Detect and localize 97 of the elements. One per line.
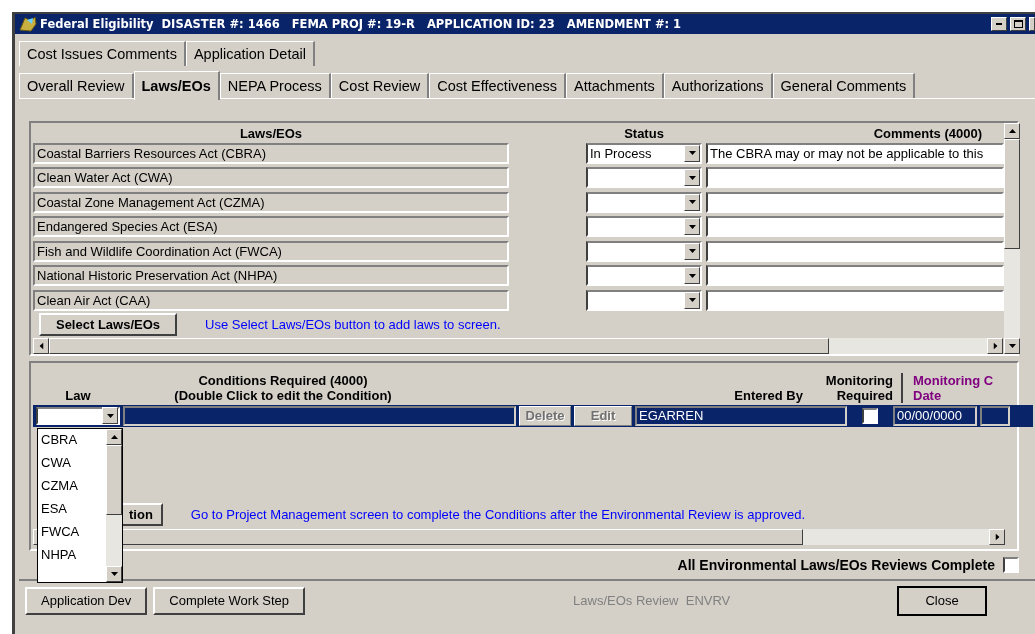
caret-icon bbox=[1008, 129, 1016, 133]
comment-field[interactable] bbox=[706, 265, 1004, 287]
condition-field[interactable] bbox=[123, 405, 516, 426]
caret-icon bbox=[106, 413, 114, 418]
caret-icon bbox=[110, 572, 118, 576]
minimize-button[interactable] bbox=[991, 17, 1007, 31]
comment-field[interactable] bbox=[706, 216, 1004, 238]
tab[interactable]: Attachments bbox=[566, 73, 664, 98]
dropdown-button[interactable] bbox=[102, 407, 118, 424]
column-header: Required bbox=[836, 387, 893, 403]
tab[interactable]: Laws/EOs bbox=[133, 71, 220, 100]
app-icon bbox=[19, 16, 37, 32]
dropdown-button[interactable] bbox=[684, 242, 700, 260]
checkbox[interactable] bbox=[1003, 556, 1019, 573]
tab[interactable]: Authorizations bbox=[663, 73, 773, 98]
dropdown-option[interactable]: CBRA bbox=[38, 431, 106, 454]
status-dropdown[interactable] bbox=[586, 167, 702, 189]
hint-text: Go to Project Management screen to complete the Conditions after the Environmental Review is approved. bbox=[190, 507, 806, 522]
maximize-button[interactable] bbox=[1010, 17, 1026, 31]
comment-field[interactable]: The CBRA may or may not be applicable to this bbox=[706, 142, 1004, 164]
comment-field[interactable] bbox=[706, 289, 1004, 311]
dropdown-list[interactable]: CBRA CWA CZMA ESA FWCA NHPA bbox=[37, 428, 123, 583]
tab[interactable]: NEPA Process bbox=[219, 73, 331, 98]
select-laws-button[interactable]: Select Laws/EOs bbox=[39, 313, 177, 336]
caret-icon bbox=[688, 151, 696, 156]
dropdown-button[interactable] bbox=[684, 291, 700, 309]
dropdown-button[interactable] bbox=[684, 169, 700, 187]
dropdown-button[interactable] bbox=[684, 144, 700, 162]
caret-icon bbox=[39, 342, 43, 349]
table-cell bbox=[980, 405, 1010, 426]
window-title: Federal Eligibility DISASTER #: 1466 FEMA PROJ #: 19-R APPLICATION ID: 23 AMENDMENT #: 1 bbox=[40, 17, 683, 31]
tab[interactable]: General Comments bbox=[772, 73, 916, 98]
caret-icon bbox=[688, 249, 696, 254]
status-dropdown[interactable] bbox=[586, 265, 702, 287]
minimize-icon bbox=[996, 23, 1002, 25]
status-dropdown[interactable] bbox=[586, 240, 702, 262]
tab[interactable]: Cost Review bbox=[330, 73, 430, 98]
column-header: Laws/EOs bbox=[238, 126, 304, 141]
table-cell: Fish and Wildlife Coordination Act (FWCA) bbox=[33, 240, 509, 262]
table-cell: Endangered Species Act (ESA) bbox=[33, 216, 509, 238]
caret-icon bbox=[110, 435, 118, 439]
dropdown-button[interactable] bbox=[684, 193, 700, 211]
footer-button[interactable]: Application Dev bbox=[25, 586, 148, 615]
dropdown-option[interactable]: FWCA bbox=[38, 523, 106, 546]
caret-icon bbox=[993, 342, 997, 349]
column-header: Law bbox=[65, 387, 91, 403]
tab[interactable]: Overall Review bbox=[19, 73, 134, 98]
dropdown-button[interactable] bbox=[684, 218, 700, 236]
status-dropdown[interactable] bbox=[586, 216, 702, 238]
dropdown-option[interactable]: CWA bbox=[38, 454, 106, 477]
caret-icon bbox=[688, 175, 696, 180]
column-header: Entered By bbox=[734, 387, 803, 403]
dropdown-option[interactable]: NHPA bbox=[38, 546, 106, 569]
tab[interactable]: Application Detail bbox=[185, 41, 315, 66]
status-dropdown[interactable]: In Process bbox=[586, 142, 702, 164]
tab[interactable]: Cost Issues Comments bbox=[19, 41, 186, 66]
law-dropdown[interactable] bbox=[36, 406, 120, 425]
table-cell: Coastal Barriers Resources Act (CBRA) bbox=[33, 142, 509, 164]
table-cell: Clean Air Act (CAA) bbox=[33, 289, 509, 311]
table-cell: Clean Water Act (CWA) bbox=[33, 167, 509, 189]
close-button[interactable]: Close bbox=[897, 585, 988, 616]
table-cell: Coastal Zone Management Act (CZMA) bbox=[33, 191, 509, 213]
column-header: Date bbox=[913, 387, 942, 403]
status-text: Laws/EOs Review ENVRV bbox=[573, 593, 732, 608]
caret-icon bbox=[688, 224, 696, 229]
caret-icon bbox=[688, 273, 696, 278]
date-field[interactable]: 00/00/0000 bbox=[893, 405, 977, 426]
checkbox[interactable] bbox=[862, 407, 878, 424]
comment-field[interactable] bbox=[706, 240, 1004, 262]
tab[interactable]: Cost Effectiveness bbox=[429, 73, 567, 98]
comment-field[interactable] bbox=[706, 167, 1004, 189]
footer-button[interactable]: Complete Work Step bbox=[153, 586, 306, 615]
table-cell: National Historic Preservation Act (NHPA) bbox=[33, 265, 509, 287]
entered-by-field: EGARREN bbox=[635, 405, 847, 426]
dropdown-button[interactable] bbox=[684, 267, 700, 285]
dropdown-option[interactable]: CZMA bbox=[38, 477, 106, 500]
column-header: Monitoring C bbox=[913, 372, 994, 388]
column-header: Status bbox=[623, 126, 665, 141]
status-dropdown[interactable] bbox=[586, 191, 702, 213]
column-header: Conditions Required (4000) bbox=[198, 372, 368, 388]
column-header: Monitoring bbox=[825, 372, 893, 388]
caret-icon bbox=[995, 533, 999, 540]
completion-label: All Environmental Laws/EOs Reviews Complete bbox=[677, 556, 995, 573]
column-header: Comments (4000) bbox=[872, 126, 982, 141]
column-header: (Double Click to edit the Condition) bbox=[174, 387, 392, 403]
vertical-scrollbar[interactable] bbox=[106, 429, 122, 582]
caret-icon bbox=[688, 200, 696, 205]
status-dropdown[interactable] bbox=[586, 289, 702, 311]
comment-field[interactable] bbox=[706, 191, 1004, 213]
horizontal-scrollbar[interactable] bbox=[33, 528, 1005, 545]
hint-text: Use Select Laws/EOs button to add laws to screen. bbox=[205, 317, 501, 332]
caret-icon bbox=[688, 298, 696, 303]
dropdown-option[interactable]: ESA bbox=[38, 500, 106, 523]
vertical-scrollbar[interactable] bbox=[1004, 123, 1020, 354]
horizontal-scrollbar[interactable] bbox=[33, 337, 1003, 354]
maximize-icon bbox=[1013, 20, 1023, 28]
caret-icon bbox=[1008, 343, 1016, 348]
